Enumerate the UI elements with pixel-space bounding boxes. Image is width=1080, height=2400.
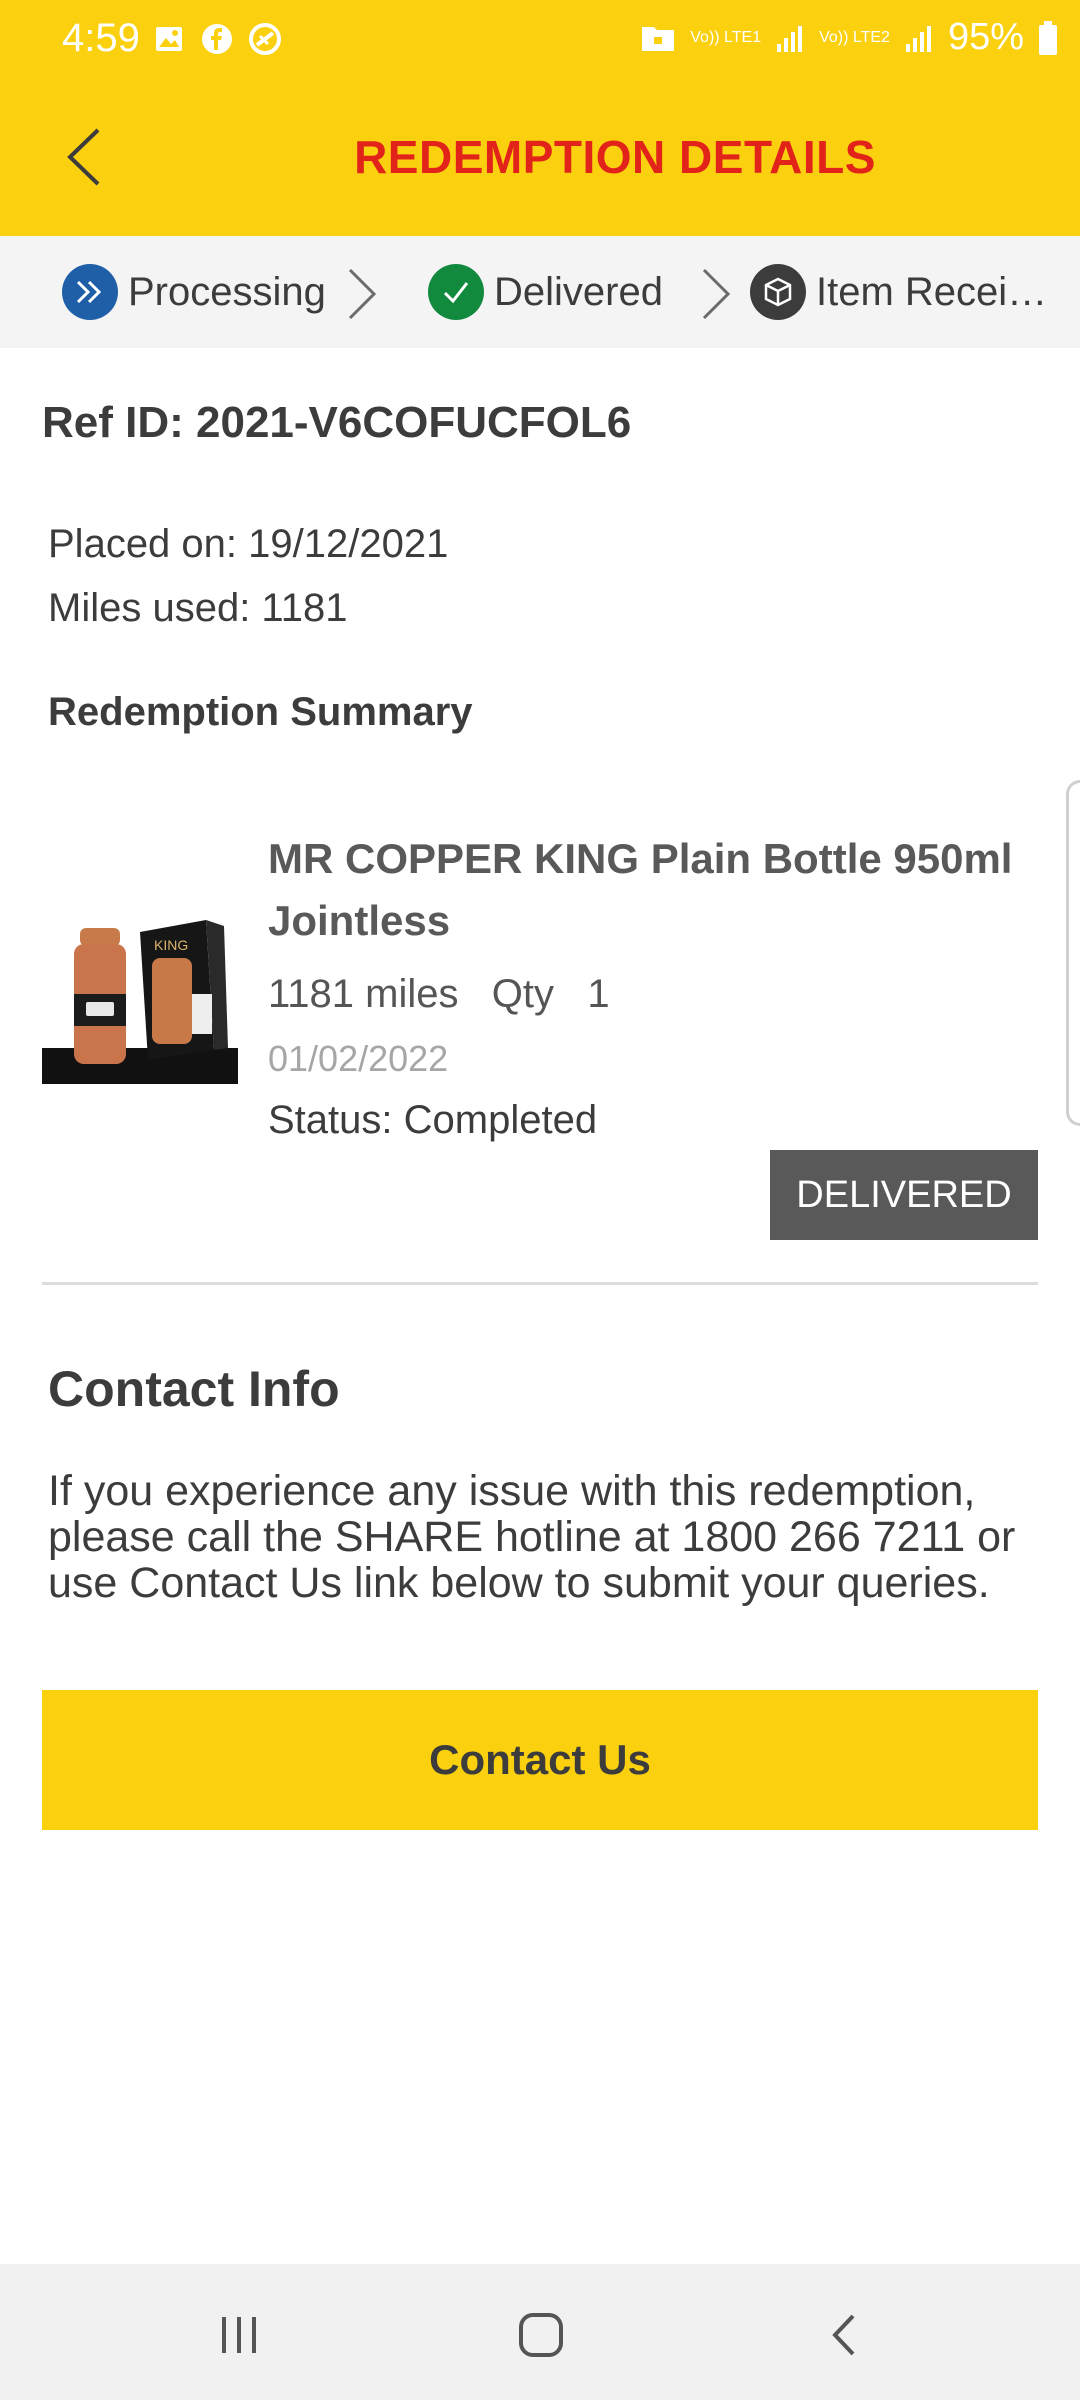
product-status: Status: Completed (268, 1098, 598, 1142)
product-miles-qty: 1181 miles Qty 1 (268, 972, 610, 1016)
status-notification-icons (152, 22, 282, 56)
battery-icon (1039, 20, 1057, 55)
miles-used: Miles used: 1181 (48, 586, 348, 630)
recent-apps-icon (222, 2317, 256, 2353)
status-system-icons: Vo)) LTE1 Vo)) LTE2 95% (640, 16, 1058, 59)
step-label: Delivered (494, 269, 663, 314)
ref-id: Ref ID: 2021-V6COFUCFOL6 (42, 398, 632, 447)
step-delivered: Delivered (428, 264, 663, 320)
status-time: 4:59 (62, 16, 140, 60)
step-label: Processing (128, 269, 326, 314)
signal-icon (777, 25, 803, 52)
double-chevron-icon (62, 264, 118, 320)
product-image: KING (42, 898, 238, 1084)
page-title: REDEMPTION DETAILS (354, 131, 876, 183)
network-sim1: Vo)) LTE1 (690, 28, 762, 46)
edge-panel-handle[interactable] (1066, 780, 1080, 1126)
order-progress-steps: Processing Delivered Item Recei… (0, 236, 1080, 348)
step-item-received: Item Recei… (750, 264, 1047, 320)
folder-lock-icon (642, 26, 675, 51)
recent-apps-button[interactable] (194, 2300, 284, 2370)
step-processing: Processing (62, 264, 326, 320)
contact-info-text: If you experience any issue with this re… (48, 1467, 1016, 1607)
nav-back-button[interactable] (800, 2300, 890, 2370)
network-sim2: Vo)) LTE2 (819, 28, 890, 46)
battery-level: 95% (947, 16, 1024, 58)
box-icon (750, 264, 806, 320)
chevron-right-icon (702, 268, 731, 320)
check-icon (428, 264, 484, 320)
facebook-icon (200, 22, 234, 56)
contact-info-title: Contact Info (48, 1361, 340, 1417)
product-name: MR COPPER KING Plain Bottle 950ml Jointl… (268, 835, 1013, 944)
redemption-summary-title: Redemption Summary (48, 690, 473, 734)
contact-us-button[interactable]: Contact Us (42, 1690, 1038, 1830)
signal-icon-2 (905, 25, 931, 52)
back-icon (832, 2314, 855, 2356)
product-date: 01/02/2022 (268, 1038, 449, 1079)
home-button[interactable] (496, 2300, 586, 2370)
chevron-right-icon (348, 268, 377, 320)
placed-on: Placed on: 19/12/2021 (48, 522, 449, 566)
delivered-badge: DELIVERED (770, 1150, 1038, 1240)
home-icon (519, 2313, 563, 2357)
svg-text:KING: KING (154, 937, 188, 953)
step-label: Item Recei… (816, 269, 1048, 314)
image-icon (152, 22, 186, 56)
divider (42, 1282, 1038, 1285)
vpn-icon (248, 22, 282, 56)
